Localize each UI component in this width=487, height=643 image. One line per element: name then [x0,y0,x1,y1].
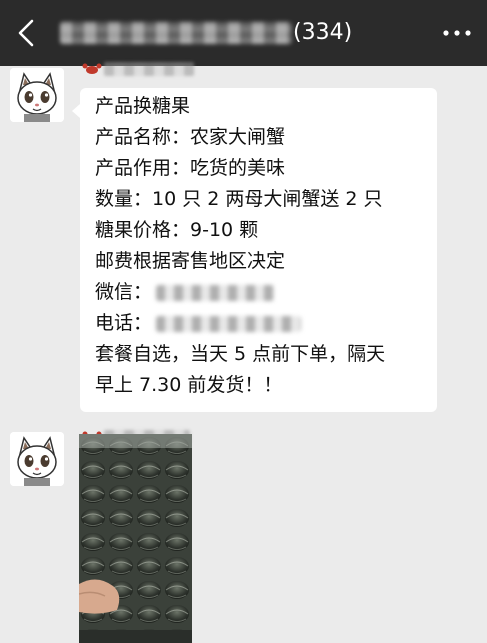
message-line-phone: 电话： [95,308,302,339]
back-icon[interactable] [14,19,38,47]
message-line: 数量：10 只 2 两母大闸蟹送 2 只 [95,188,383,210]
avatar-cat-icon [10,68,64,122]
phone-number-redacted [156,315,302,332]
crab-photo-image [79,434,192,643]
message-line: 早上 7.30 前发货！！ [95,374,283,396]
message-line: 糖果价格：9-10 颗 [95,219,259,241]
message-photo-crabs[interactable] [79,434,192,643]
wechat-label: 微信： [95,281,153,303]
chat-member-count: (334) [293,20,353,45]
chat-title-redacted [60,22,292,44]
avatar-cat-icon [10,432,64,486]
message-line: 产品名称：农家大闸蟹 [95,126,286,148]
phone-label: 电话： [95,312,153,334]
sender-name-redacted [104,62,194,76]
avatar[interactable] [10,432,64,486]
avatar[interactable] [10,68,64,122]
message-bubble[interactable]: 产品换糖果 产品名称：农家大闸蟹 产品作用：吃货的美味 数量：10 只 2 两母… [72,88,437,412]
more-icon[interactable] [442,27,472,39]
message-line: 套餐自选，当天 5 点前下单，隔天 [95,343,386,365]
message-line-wechat: 微信： [95,277,275,308]
message-line: 邮费根据寄售地区决定 [95,250,286,272]
message-line: 产品换糖果 [95,95,191,117]
crab-icon [82,63,102,74]
chat-header: (334) [0,0,487,66]
message-line: 产品作用：吃货的美味 [95,157,286,179]
wechat-id-redacted [156,284,275,301]
